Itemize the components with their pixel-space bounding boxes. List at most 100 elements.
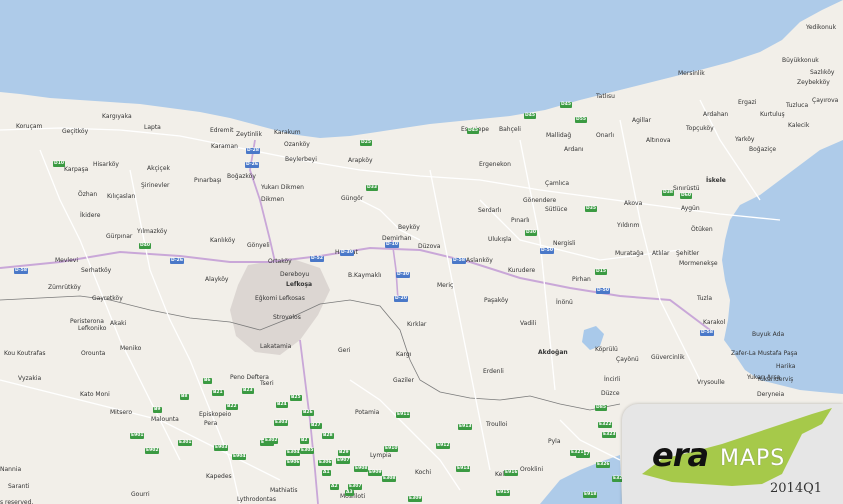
place-label: Oroklini	[520, 466, 544, 473]
place-label: Nergisli	[553, 240, 576, 247]
place-label: Özhan	[78, 191, 98, 198]
logo-version: 2014Q1	[770, 481, 823, 496]
place-label: Köprülü	[595, 346, 618, 353]
road-shield: E309	[408, 496, 423, 502]
place-label: Sütlüce	[545, 206, 568, 213]
place-label: Malounta	[151, 416, 179, 423]
place-label: Episkopeio	[199, 411, 232, 418]
place-label: Kurtuluş	[760, 111, 785, 118]
road-shield: E301	[178, 440, 193, 446]
road-shield: A2	[330, 484, 339, 490]
place-label: Paşaköy	[484, 297, 509, 304]
road-shield: D85	[595, 405, 607, 411]
place-label: s reserved.	[0, 499, 34, 504]
place-label: Kılıçaslan	[107, 193, 136, 200]
road-shield: D-20	[394, 296, 408, 302]
place-label: Ardahan	[703, 111, 729, 118]
road-shield: E914	[456, 466, 471, 472]
road-shield: D15	[595, 269, 607, 275]
road-shield: B21	[212, 390, 224, 396]
road-shield: E303	[274, 420, 289, 426]
place-label: Güngör	[341, 195, 364, 202]
place-label: Gayretköy	[92, 295, 123, 302]
place-label: Ulukışla	[488, 236, 512, 243]
place-label: Zeytinlik	[236, 131, 262, 138]
place-label: Akaki	[110, 320, 127, 327]
place-label: Aslanköy	[466, 257, 493, 264]
place-label: Dereboyu	[280, 271, 310, 278]
road-shield: B26	[302, 410, 314, 416]
place-label: Yılmazköy	[137, 228, 168, 235]
place-label: Meriç	[437, 282, 454, 289]
place-label: Kırklar	[407, 321, 427, 328]
road-shield: B28	[322, 433, 334, 439]
place-label: Erdenli	[483, 368, 504, 375]
place-label: Çayırova	[812, 97, 839, 104]
place-label: Akdoğan	[538, 349, 568, 356]
road-shield: B9	[153, 407, 162, 413]
road-shield: D45	[467, 128, 479, 134]
road-shield: D-26	[245, 162, 259, 168]
place-label: Düzova	[418, 243, 441, 250]
place-label: Meniko	[120, 345, 142, 352]
road-shield: E913	[458, 424, 473, 430]
place-label: Ardanı	[564, 146, 584, 153]
road-shield: D60	[680, 193, 692, 199]
place-label: Karpaşa	[64, 166, 89, 173]
road-shield: D-10	[385, 242, 399, 248]
place-label: Mallidağ	[546, 132, 572, 139]
place-label: Serdarlı	[478, 207, 502, 214]
place-label: Gürpınar	[106, 233, 133, 240]
place-label: Buyuk Ada	[752, 331, 785, 338]
place-label: Aygün	[681, 205, 700, 212]
place-label: Dikmen	[261, 196, 285, 203]
road-shield: D-58	[14, 268, 28, 274]
place-label: Tseri	[260, 380, 274, 387]
map-view[interactable]: Yedikonuk Büyükkonuk Sazlıköy Zeybekköy Tuzl…	[0, 0, 843, 504]
place-label: Alayköy	[205, 276, 229, 283]
road-shield: D38	[662, 190, 674, 196]
road-shield: D45	[524, 113, 536, 119]
road-shield: D40	[139, 243, 151, 249]
place-label: Kargıyaka	[102, 113, 132, 120]
road-shield: A1	[322, 470, 331, 476]
place-label: Ortaköy	[268, 258, 292, 265]
place-label: B.Kaymaklı	[348, 272, 382, 279]
place-label: Troulloi	[486, 421, 508, 428]
place-label: Lefkoşa	[286, 281, 313, 288]
place-label: Boğazköy	[227, 173, 256, 180]
road-shield: B23	[242, 388, 254, 394]
road-shield: B29	[338, 450, 350, 456]
road-shield: E306	[318, 460, 333, 466]
road-shield: E302	[264, 438, 279, 444]
place-label: Pınarlı	[511, 217, 530, 224]
place-label: Kapedes	[206, 473, 232, 480]
road-shield: E321	[570, 450, 585, 456]
place-label: Altınova	[646, 137, 671, 144]
place-label: Çamlıca	[545, 180, 570, 187]
road-shield: E304	[286, 450, 301, 456]
place-label: Harika	[776, 363, 796, 370]
road-shield: E903	[214, 445, 229, 451]
road-shield: E308	[382, 476, 397, 482]
place-label: Yarköy	[735, 136, 755, 143]
place-label: Vadili	[520, 320, 537, 327]
road-shield: D33	[366, 185, 378, 191]
place-label: Tatlısu	[596, 93, 615, 100]
road-shield: E323	[602, 432, 617, 438]
place-label: Pera	[204, 420, 218, 427]
place-label: Serhatköy	[81, 267, 112, 274]
road-shield: E916	[504, 470, 519, 476]
road-shield: E910	[384, 446, 399, 452]
road-shield: D30	[525, 230, 537, 236]
place-label: Zümrütköy	[48, 284, 81, 291]
place-label: Beylerbeyi	[285, 156, 317, 163]
place-label: Sazlıköy	[810, 69, 835, 76]
place-label: Çayönü	[616, 356, 639, 363]
road-shield: D25	[360, 140, 372, 146]
road-shield: E305	[300, 448, 315, 454]
place-label: Lympia	[370, 452, 392, 459]
place-label: Gaziler	[393, 377, 414, 384]
road-shield: D-28	[246, 148, 260, 154]
place-label: Zeybekköy	[797, 79, 830, 86]
